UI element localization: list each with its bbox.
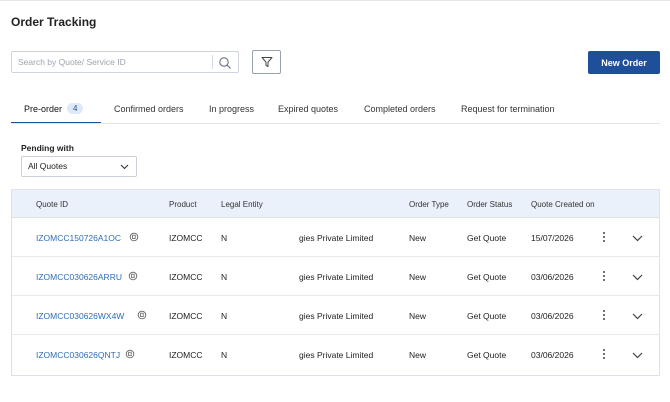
legal-entity-cell: N	[221, 350, 228, 360]
tab-in-progress[interactable]: In progress	[209, 100, 254, 124]
top-divider	[0, 0, 670, 1]
more-options-icon[interactable]	[601, 310, 607, 322]
tab-confirmed-orders[interactable]: Confirmed orders	[114, 100, 184, 124]
tab-expired-quotes[interactable]: Expired quotes	[278, 100, 338, 124]
table-row: IZOMCC030626WX4W IZOMCC N gies Private L…	[12, 296, 659, 335]
search-divider	[212, 55, 213, 69]
pending-with-value: All Quotes	[28, 161, 68, 171]
tab-count-badge: 4	[67, 103, 84, 114]
tab-completed-orders[interactable]: Completed orders	[364, 100, 436, 124]
created-on-cell: 03/06/2026	[531, 311, 574, 321]
legal-entity-cell: N	[221, 233, 228, 243]
order-type-cell: New	[409, 272, 427, 282]
filter-icon	[261, 57, 273, 67]
table-row: IZOMCC150726A1OC IZOMCC N gies Private L…	[12, 218, 659, 257]
legal-entity-cell-suffix: gies Private Limited	[299, 233, 374, 243]
created-on-cell: 03/06/2026	[531, 350, 574, 360]
tabs-divider	[11, 123, 660, 124]
order-tabs: Pre-order 4 Confirmed orders In progress …	[0, 100, 660, 124]
copy-icon[interactable]	[128, 271, 138, 281]
copy-icon[interactable]	[137, 310, 147, 320]
chevron-down-icon	[120, 164, 129, 170]
pending-with-select[interactable]: All Quotes	[21, 156, 137, 177]
quote-id-link[interactable]: IZOMCC030626WX4W	[36, 311, 124, 321]
chevron-down-icon[interactable]	[632, 313, 643, 320]
col-quote-id: Quote ID	[36, 200, 69, 209]
table-row: IZOMCC030626QNTJ IZOMCC N gies Private L…	[12, 335, 659, 374]
table-row: IZOMCC030626ARRU IZOMCC N gies Private L…	[12, 257, 659, 296]
chevron-down-icon[interactable]	[632, 274, 643, 281]
quote-id-link[interactable]: IZOMCC030626ARRU	[36, 272, 122, 282]
new-order-button[interactable]: New Order	[588, 51, 660, 74]
copy-icon[interactable]	[129, 232, 139, 242]
more-options-icon[interactable]	[601, 232, 607, 244]
product-cell: IZOMCC	[169, 311, 203, 321]
orders-table: Quote ID Product Legal Entity Order Type…	[11, 189, 660, 376]
filter-button[interactable]	[252, 50, 281, 74]
legal-entity-cell: N	[221, 311, 228, 321]
order-type-cell: New	[409, 233, 427, 243]
order-type-cell: New	[409, 350, 427, 360]
chevron-down-icon[interactable]	[632, 235, 643, 242]
product-cell: IZOMCC	[169, 350, 203, 360]
col-order-type: Order Type	[409, 200, 449, 209]
col-quote-created-on: Quote Created on	[531, 200, 595, 209]
order-status-cell: Get Quote	[467, 272, 507, 282]
tab-pre-order[interactable]: Pre-order 4	[11, 100, 101, 124]
product-cell: IZOMCC	[169, 272, 203, 282]
product-cell: IZOMCC	[169, 233, 203, 243]
legal-entity-cell-suffix: gies Private Limited	[299, 311, 374, 321]
order-status-cell: Get Quote	[467, 233, 507, 243]
tab-request-for-termination[interactable]: Request for termination	[461, 100, 555, 124]
created-on-cell: 03/06/2026	[531, 272, 574, 282]
order-type-cell: New	[409, 311, 427, 321]
copy-icon[interactable]	[125, 349, 135, 359]
order-status-cell: Get Quote	[467, 350, 507, 360]
quote-id-link[interactable]: IZOMCC150726A1OC	[36, 233, 121, 243]
legal-entity-cell-suffix: gies Private Limited	[299, 272, 374, 282]
legal-entity-cell-suffix: gies Private Limited	[299, 350, 374, 360]
col-legal-entity: Legal Entity	[221, 200, 263, 209]
created-on-cell: 15/07/2026	[531, 233, 574, 243]
legal-entity-cell: N	[221, 272, 228, 282]
search-input[interactable]	[12, 52, 210, 72]
col-order-status: Order Status	[467, 200, 513, 209]
order-status-cell: Get Quote	[467, 311, 507, 321]
page-title: Order Tracking	[11, 15, 97, 29]
more-options-icon[interactable]	[601, 349, 607, 361]
search-box[interactable]	[11, 51, 239, 73]
quote-id-link[interactable]: IZOMCC030626QNTJ	[36, 350, 120, 360]
chevron-down-icon[interactable]	[632, 352, 643, 359]
more-options-icon[interactable]	[601, 271, 607, 283]
pending-with-label: Pending with	[21, 143, 74, 153]
search-icon[interactable]	[218, 56, 232, 70]
table-header: Quote ID Product Legal Entity Order Type…	[12, 190, 659, 218]
tab-label: Pre-order	[24, 104, 63, 114]
col-product: Product	[169, 200, 197, 209]
